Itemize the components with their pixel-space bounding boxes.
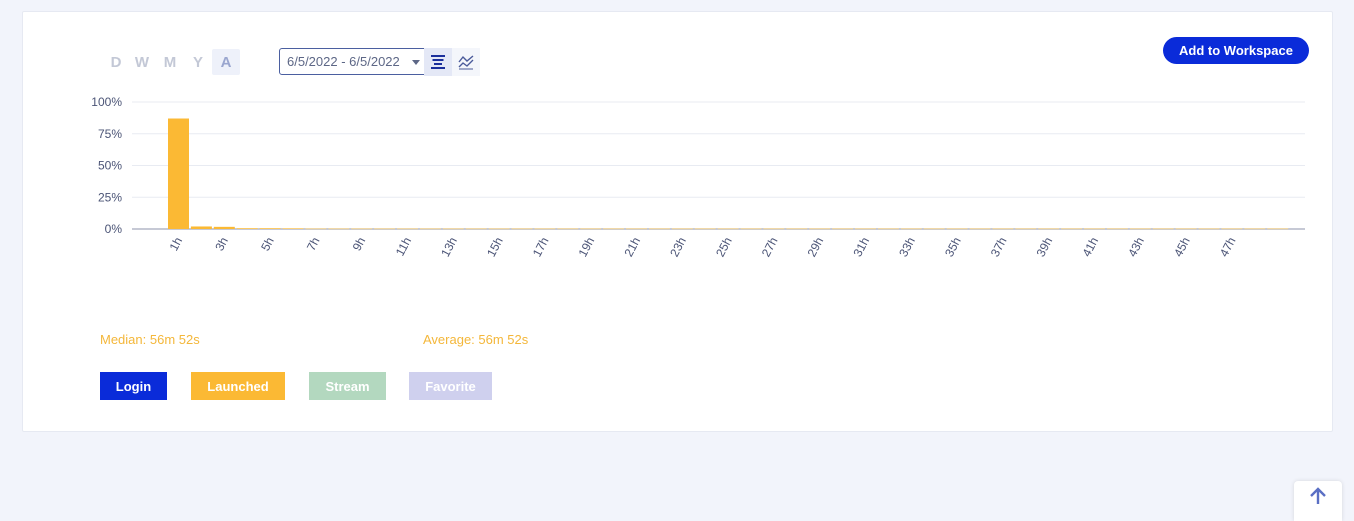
legend-stream-button[interactable]: Stream xyxy=(309,372,386,400)
bar-23h[interactable] xyxy=(671,228,693,230)
bar-1h[interactable] xyxy=(168,118,189,229)
bar-43h[interactable] xyxy=(1129,228,1151,230)
bar-39h[interactable] xyxy=(1038,228,1060,230)
bar-28h[interactable] xyxy=(786,228,808,230)
histogram-chart: 0% 25% 50% 75% 100% 1h 3h 5h 7h 9h 11h 13h 15h 17h 19h… xyxy=(91,95,1305,259)
legend-launched-button[interactable]: Launched xyxy=(191,372,285,400)
bar-22h[interactable] xyxy=(648,228,670,230)
x-tick-label: 13h xyxy=(438,235,460,259)
x-tick-label: 23h xyxy=(667,235,689,259)
arrow-up-icon xyxy=(1310,487,1326,504)
bar-4h[interactable] xyxy=(236,228,258,229)
y-tick-label: 25% xyxy=(98,190,122,204)
x-tick-label: 17h xyxy=(530,235,552,259)
bar-38h[interactable] xyxy=(1015,228,1037,230)
bar-8h[interactable] xyxy=(328,228,350,230)
x-tick-label: 45h xyxy=(1171,235,1193,259)
x-tick-label: 31h xyxy=(850,235,872,259)
x-tick-label: 1h xyxy=(167,235,186,253)
bar-17h[interactable] xyxy=(534,228,556,230)
bar-31h[interactable] xyxy=(855,228,876,230)
bar-18h[interactable] xyxy=(557,228,579,230)
bar-41h[interactable] xyxy=(1084,228,1105,230)
bar-24h[interactable] xyxy=(694,228,716,230)
bar-3h[interactable] xyxy=(213,226,235,229)
bar-10h[interactable] xyxy=(374,228,396,230)
bar-47h[interactable] xyxy=(1221,228,1243,230)
bar-49h[interactable] xyxy=(1267,228,1289,230)
bar-48h[interactable] xyxy=(1244,228,1266,230)
x-tick-label: 3h xyxy=(212,235,231,253)
bar-44h[interactable] xyxy=(1152,228,1174,230)
x-tick-label: 7h xyxy=(304,235,323,253)
x-tick-label: 9h xyxy=(350,235,369,253)
x-tick-label: 5h xyxy=(258,235,277,253)
x-tick-label: 47h xyxy=(1217,235,1239,259)
bar-19h[interactable] xyxy=(580,228,602,230)
x-tick-label: 21h xyxy=(621,235,643,259)
x-tick-label: 39h xyxy=(1034,235,1056,259)
bar-16h[interactable] xyxy=(511,228,533,230)
scroll-to-top-button[interactable] xyxy=(1294,481,1342,521)
x-tick-label: 11h xyxy=(393,235,414,258)
bar-30h[interactable] xyxy=(832,228,854,230)
bar-5h[interactable] xyxy=(259,228,281,229)
x-tick-label: 35h xyxy=(942,235,964,259)
bar-11h[interactable] xyxy=(397,228,418,230)
bar-26h[interactable] xyxy=(740,228,762,230)
bar-33h[interactable] xyxy=(900,228,922,230)
bar-29h[interactable] xyxy=(809,228,831,230)
bar-36h[interactable] xyxy=(969,228,991,230)
y-tick-label: 0% xyxy=(105,222,123,236)
bar-9h[interactable] xyxy=(351,228,373,230)
x-tick-label: 33h xyxy=(896,235,918,259)
y-tick-label: 75% xyxy=(98,127,122,141)
bar-42h[interactable] xyxy=(1106,228,1128,230)
bar-40h[interactable] xyxy=(1061,228,1083,230)
bar-27h[interactable] xyxy=(763,228,785,230)
x-tick-label: 15h xyxy=(484,235,506,259)
average-stat: Average: 56m 52s xyxy=(423,332,529,347)
bar-15h[interactable] xyxy=(488,228,510,230)
bar-46h[interactable] xyxy=(1198,228,1220,230)
bar-12h[interactable] xyxy=(419,228,441,230)
x-tick-label: 27h xyxy=(759,235,781,259)
bar-34h[interactable] xyxy=(923,228,945,230)
x-tick-label: 19h xyxy=(576,235,598,259)
chart-card: D W M Y A 6/5/2022 - 6/5/2022 Add to Wor… xyxy=(22,11,1333,432)
y-tick-label: 50% xyxy=(98,159,122,173)
median-stat: Median: 56m 52s xyxy=(100,332,200,347)
x-tick-label: 41h xyxy=(1079,235,1101,259)
bar-32h[interactable] xyxy=(877,228,899,230)
bar-21h[interactable] xyxy=(626,228,647,230)
bar-45h[interactable] xyxy=(1175,228,1197,230)
bar-6h[interactable] xyxy=(282,228,304,229)
bar-37h[interactable] xyxy=(992,228,1014,230)
y-tick-label: 100% xyxy=(91,95,122,109)
x-tick-label: 25h xyxy=(713,235,735,259)
legend-login-button[interactable]: Login xyxy=(100,372,167,400)
bar-13h[interactable] xyxy=(442,228,464,230)
bar-14h[interactable] xyxy=(465,228,487,230)
bar-35h[interactable] xyxy=(946,228,968,230)
bar-2h[interactable] xyxy=(190,226,212,229)
x-tick-label: 37h xyxy=(988,235,1010,259)
bar-25h[interactable] xyxy=(717,228,739,230)
x-tick-label: 29h xyxy=(805,235,827,259)
bar-7h[interactable] xyxy=(305,228,327,230)
bar-20h[interactable] xyxy=(603,228,625,230)
x-tick-label: 43h xyxy=(1125,235,1147,259)
legend-favorite-button[interactable]: Favorite xyxy=(409,372,492,400)
